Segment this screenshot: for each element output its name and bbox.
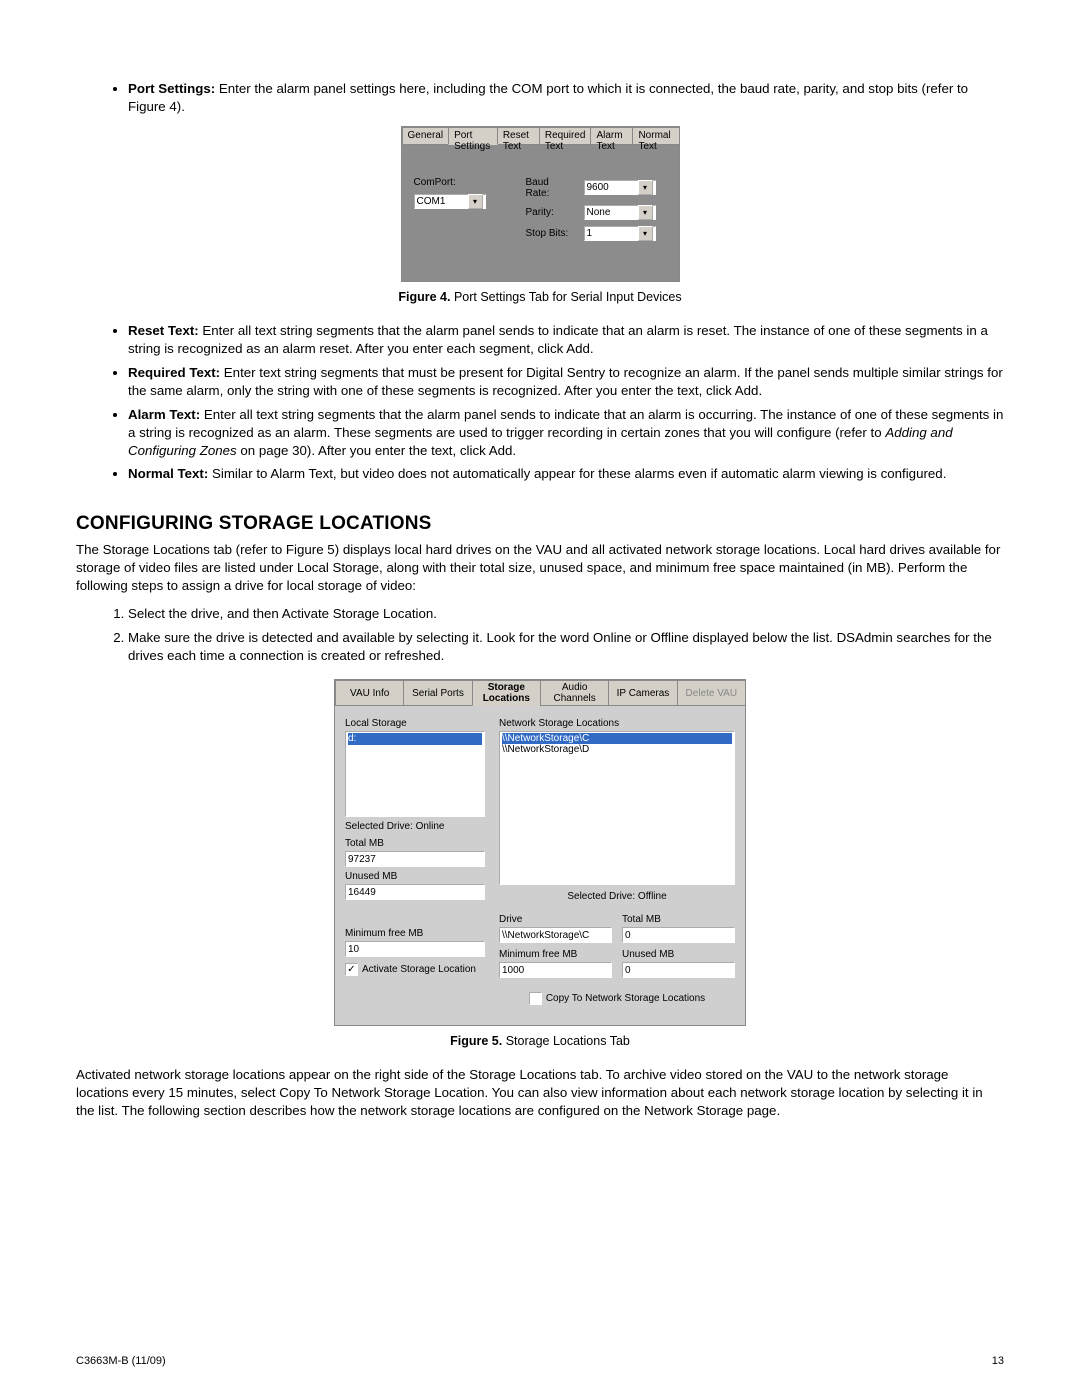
- checkbox-icon: [529, 992, 542, 1005]
- text: Similar to Alarm Text, but video does no…: [208, 466, 946, 481]
- checkbox-icon: ✓: [345, 963, 358, 976]
- net-unused-label: Unused MB: [622, 949, 735, 960]
- page-footer: C3663M-B (11/09) 13: [76, 1355, 1004, 1367]
- network-storage-label: Network Storage Locations: [499, 718, 735, 729]
- tab-ip-cameras[interactable]: IP Cameras: [608, 680, 677, 706]
- caption-text: Storage Locations Tab: [502, 1034, 630, 1048]
- section-paragraph: The Storage Locations tab (refer to Figu…: [76, 541, 1004, 595]
- tab-storage-locations[interactable]: Storage Locations: [472, 680, 541, 706]
- tab-port-settings[interactable]: Port Settings: [448, 127, 498, 145]
- stopbits-value: 1: [587, 228, 593, 239]
- tab-general[interactable]: General: [402, 127, 450, 145]
- fig4-tabbar: General Port Settings Reset Text Require…: [402, 127, 679, 145]
- bullet-alarm-text: Alarm Text: Enter all text string segmen…: [128, 406, 1004, 460]
- footer-left: C3663M-B (11/09): [76, 1355, 166, 1367]
- baud-value: 9600: [587, 182, 609, 193]
- text: Enter all text string segments that the …: [128, 323, 988, 356]
- parity-select[interactable]: None ▾: [584, 205, 656, 220]
- text: Enter the alarm panel settings here, inc…: [128, 81, 968, 114]
- text: Enter text string segments that must be …: [128, 365, 1003, 398]
- net-min-label: Minimum free MB: [499, 949, 612, 960]
- tab-reset-text[interactable]: Reset Text: [497, 127, 540, 145]
- tab-audio-channels[interactable]: Audio Channels: [540, 680, 609, 706]
- caption-text: Port Settings Tab for Serial Input Devic…: [450, 290, 681, 304]
- label: Reset Text:: [128, 323, 199, 338]
- net-min-field[interactable]: 1000: [499, 962, 612, 978]
- chevron-down-icon: ▾: [468, 194, 483, 209]
- step-2: Make sure the drive is detected and avai…: [128, 629, 1004, 665]
- activate-storage-checkbox[interactable]: ✓ Activate Storage Location: [345, 963, 485, 976]
- copy-label: Copy To Network Storage Locations: [546, 993, 705, 1004]
- baud-select[interactable]: 9600 ▾: [584, 180, 656, 195]
- local-storage-label: Local Storage: [345, 718, 485, 729]
- footer-right: 13: [992, 1355, 1004, 1367]
- tab-serial-ports[interactable]: Serial Ports: [403, 680, 472, 706]
- unused-mb-field[interactable]: 16449: [345, 884, 485, 900]
- bullet-port-settings: Port Settings: Enter the alarm panel set…: [128, 80, 1004, 116]
- chevron-down-icon: ▾: [638, 205, 653, 220]
- unused-mb-label: Unused MB: [345, 871, 485, 882]
- label: Port Settings:: [128, 81, 215, 96]
- baud-label: Baud Rate:: [526, 177, 576, 199]
- selected-drive-status: Selected Drive: Online: [345, 821, 485, 832]
- figure-4-caption: Figure 4. Port Settings Tab for Serial I…: [76, 290, 1004, 304]
- step-1: Select the drive, and then Activate Stor…: [128, 605, 1004, 623]
- copy-to-network-checkbox[interactable]: Copy To Network Storage Locations: [499, 992, 735, 1005]
- comport-value: COM1: [417, 196, 446, 207]
- tab-required-text[interactable]: Required Text: [539, 127, 592, 145]
- drive-field[interactable]: \\NetworkStorage\C: [499, 927, 612, 943]
- total-mb-label: Total MB: [345, 838, 485, 849]
- network-storage-list[interactable]: \\NetworkStorage\C \\NetworkStorage\D: [499, 731, 735, 885]
- net-selected-status: Selected Drive: Offline: [499, 891, 735, 902]
- chevron-down-icon: ▾: [638, 226, 653, 241]
- tab-vau-info[interactable]: VAU Info: [335, 680, 404, 706]
- bullet-required-text: Required Text: Enter text string segment…: [128, 364, 1004, 400]
- label: Normal Text:: [128, 466, 208, 481]
- text-a: Enter all text string segments that the …: [128, 407, 1003, 440]
- tab-normal-text[interactable]: Normal Text: [632, 127, 679, 145]
- comport-label: ComPort:: [414, 177, 486, 188]
- text-b: on page 30). After you enter the text, c…: [237, 443, 516, 458]
- list-item[interactable]: \\NetworkStorage\C: [502, 733, 732, 744]
- net-total-label: Total MB: [622, 914, 735, 925]
- stopbits-select[interactable]: 1 ▾: [584, 226, 656, 241]
- tab-delete-vau[interactable]: Delete VAU: [677, 680, 746, 706]
- parity-label: Parity:: [526, 207, 576, 218]
- chevron-down-icon: ▾: [638, 180, 653, 195]
- label: Required Text:: [128, 365, 220, 380]
- comport-select[interactable]: COM1 ▾: [414, 194, 486, 209]
- local-storage-list[interactable]: d:: [345, 731, 485, 817]
- caption-label: Figure 5.: [450, 1034, 502, 1048]
- closing-paragraph: Activated network storage locations appe…: [76, 1066, 1004, 1120]
- net-total-field[interactable]: 0: [622, 927, 735, 943]
- tab-alarm-text[interactable]: Alarm Text: [590, 127, 633, 145]
- label: Alarm Text:: [128, 407, 200, 422]
- caption-label: Figure 4.: [398, 290, 450, 304]
- figure-4-dialog: General Port Settings Reset Text Require…: [401, 126, 680, 282]
- stopbits-label: Stop Bits:: [526, 228, 576, 239]
- bullet-normal-text: Normal Text: Similar to Alarm Text, but …: [128, 465, 1004, 483]
- figure-5-caption: Figure 5. Storage Locations Tab: [76, 1034, 1004, 1048]
- list-item[interactable]: d:: [348, 733, 482, 745]
- total-mb-field[interactable]: 97237: [345, 851, 485, 867]
- parity-value: None: [587, 207, 611, 218]
- net-unused-field[interactable]: 0: [622, 962, 735, 978]
- bullet-reset-text: Reset Text: Enter all text string segmen…: [128, 322, 1004, 358]
- section-heading: CONFIGURING STORAGE LOCATIONS: [76, 513, 1004, 535]
- drive-label: Drive: [499, 914, 612, 925]
- fig5-tabbar: VAU Info Serial Ports Storage Locations …: [335, 680, 745, 706]
- list-item[interactable]: \\NetworkStorage\D: [502, 744, 732, 755]
- min-free-field[interactable]: 10: [345, 941, 485, 957]
- activate-label: Activate Storage Location: [362, 964, 476, 975]
- min-free-label: Minimum free MB: [345, 928, 485, 939]
- figure-5-dialog: VAU Info Serial Ports Storage Locations …: [334, 679, 746, 1026]
